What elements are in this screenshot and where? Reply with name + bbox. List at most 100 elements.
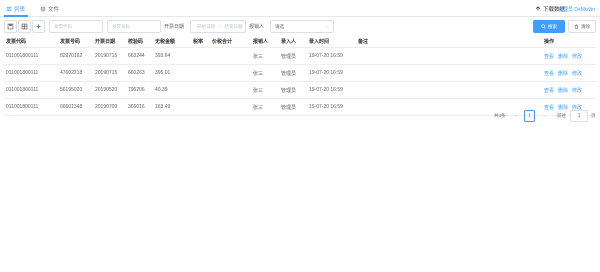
column-header: 操作	[544, 39, 555, 45]
delete-button[interactable]: 删除	[558, 104, 568, 111]
check-code-cell: 660263	[128, 70, 145, 76]
delete-button[interactable]: 删除	[558, 70, 568, 77]
entered-at-cell: 19-07-20 16:59	[309, 53, 343, 59]
search-button-label: 搜索	[548, 23, 557, 29]
amount-cell: 395.01	[155, 70, 171, 76]
column-header: 报销人	[253, 39, 269, 45]
column-header: 价税合计	[212, 39, 233, 45]
table-row[interactable]: 011001800111 66601348 20190709 366016 16…	[4, 99, 596, 116]
date-end-placeholder: 结束日期	[224, 23, 243, 29]
delete-button[interactable]: 删除	[558, 53, 568, 60]
edit-button[interactable]: 修改	[572, 70, 582, 77]
table-row[interactable]: 011001800111 82970162 20190715 663244 39…	[4, 48, 596, 65]
page-suffix-label: 页	[591, 113, 596, 118]
invoice-number-placeholder: 发票号码	[112, 23, 130, 29]
invoice-number-cell: 56195020	[60, 87, 83, 93]
date-label: 开票日期	[164, 24, 185, 30]
check-code-cell: 366016	[128, 104, 145, 110]
edit-button[interactable]: 修改	[572, 53, 582, 60]
invoice-code-cell: 011001800111	[6, 53, 39, 59]
view-button[interactable]: 查看	[544, 53, 554, 60]
reimburser-cell: 张三	[253, 87, 264, 94]
filter-toolbar: 发票代码 发票号码 开票日期 开始日期 - 结束日期 报销人 请选 ⌄ 搜索 清…	[0, 20, 600, 34]
check-code-cell: 663244	[128, 53, 145, 59]
invoice-number-input[interactable]: 发票号码	[107, 20, 161, 33]
invoice-code-cell: 011001800111	[6, 104, 39, 110]
delete-button[interactable]: 删除	[558, 87, 568, 94]
entered-at-cell: 19-07-20 16:59	[309, 70, 343, 76]
prev-page-button[interactable]: ‹	[511, 111, 521, 122]
date-separator: -	[219, 24, 221, 29]
invoice-code-cell: 011001800111	[6, 70, 39, 76]
edit-button[interactable]: 修改	[572, 87, 582, 94]
column-header: 无税金额	[155, 39, 176, 45]
goto-page-input[interactable]: 1	[570, 110, 588, 122]
trash-icon	[574, 24, 579, 29]
invoice-number-cell: 66601348	[60, 104, 83, 110]
check-code-cell: 796206	[128, 87, 145, 93]
clear-button-label: 清除	[581, 23, 590, 29]
row-actions: 查看 删除 修改	[544, 65, 582, 81]
entered-by-cell: 管理员	[281, 70, 297, 77]
current-page-button[interactable]: 1	[524, 110, 535, 122]
column-header: 发票号码	[60, 39, 81, 45]
column-header: 录入人	[281, 39, 297, 45]
date-range-picker[interactable]: 开始日期 - 结束日期	[190, 20, 246, 33]
user-menu[interactable]: 管理员 DeMoVer	[558, 5, 595, 13]
active-tab-indicator	[4, 15, 28, 17]
add-button[interactable]	[32, 20, 45, 33]
plus-icon	[35, 23, 42, 30]
date-start-placeholder: 开始日期	[197, 23, 215, 29]
next-page-button[interactable]: ›	[539, 111, 549, 122]
list-icon	[6, 6, 12, 12]
chevron-right-icon: ›	[543, 113, 545, 120]
invoice-code-cell: 011001800111	[6, 87, 39, 93]
entered-by-cell: 管理员	[281, 53, 297, 60]
invoice-date-cell: 20190715	[95, 70, 118, 76]
invoice-date-cell: 20190715	[95, 53, 118, 59]
tab-list[interactable]: 列表	[6, 4, 25, 14]
view-button[interactable]: 查看	[544, 87, 554, 94]
invoice-date-cell: 20190709	[95, 104, 118, 110]
pagination-total: 共4条	[494, 113, 506, 118]
save-icon	[7, 23, 14, 30]
table-view-button[interactable]	[18, 20, 31, 33]
reimburser-label: 报销人	[249, 24, 265, 30]
column-header: 税率	[193, 39, 204, 45]
entered-by-cell: 管理员	[281, 104, 297, 111]
table-icon	[21, 23, 28, 30]
reimburser-cell: 张三	[253, 70, 264, 77]
search-button[interactable]: 搜索	[533, 20, 565, 33]
reimburser-select[interactable]: 请选 ⌄	[270, 20, 334, 33]
invoice-number-cell: 82970162	[60, 53, 83, 59]
column-header: 录入时间	[309, 39, 330, 45]
view-button[interactable]: 查看	[544, 104, 554, 111]
table-header: 发票代码 发票号码 开票日期 校验码 无税金额 税率 价税合计 报销人 录入人 …	[4, 36, 596, 48]
row-actions: 查看 删除 修改	[544, 82, 582, 98]
gear-icon	[40, 6, 46, 12]
search-icon	[541, 24, 546, 29]
row-actions: 查看 删除 修改	[544, 48, 582, 64]
column-header: 备注	[358, 39, 369, 45]
tab-file[interactable]: 文件	[40, 4, 59, 14]
reimburser-select-value: 请选	[275, 23, 284, 29]
clear-button[interactable]: 清除	[568, 20, 596, 33]
user-label: 管理员 DeMoVer	[558, 6, 596, 13]
column-header: 发票代码	[6, 39, 27, 45]
amount-cell: 163.49	[155, 104, 171, 110]
invoice-code-placeholder: 发票代码	[54, 23, 72, 29]
view-button[interactable]: 查看	[544, 70, 554, 77]
link-icon	[535, 5, 541, 13]
table-row[interactable]: 011001800111 47602218 20190715 660263 39…	[4, 65, 596, 82]
amount-cell: 393.64	[155, 53, 171, 59]
chevron-left-icon: ‹	[515, 113, 517, 120]
invoice-number-cell: 47602218	[60, 70, 83, 76]
table-row[interactable]: 011001800111 56195020 20190520 796206 40…	[4, 82, 596, 99]
save-button[interactable]	[4, 20, 17, 33]
entered-at-cell: 19-07-20 16:59	[309, 87, 343, 93]
column-header: 开票日期	[95, 39, 116, 45]
entered-at-cell: 19-07-20 16:59	[309, 104, 343, 110]
column-header: 校验码	[128, 39, 144, 45]
entered-by-cell: 管理员	[281, 87, 297, 94]
invoice-code-input[interactable]: 发票代码	[49, 20, 103, 33]
